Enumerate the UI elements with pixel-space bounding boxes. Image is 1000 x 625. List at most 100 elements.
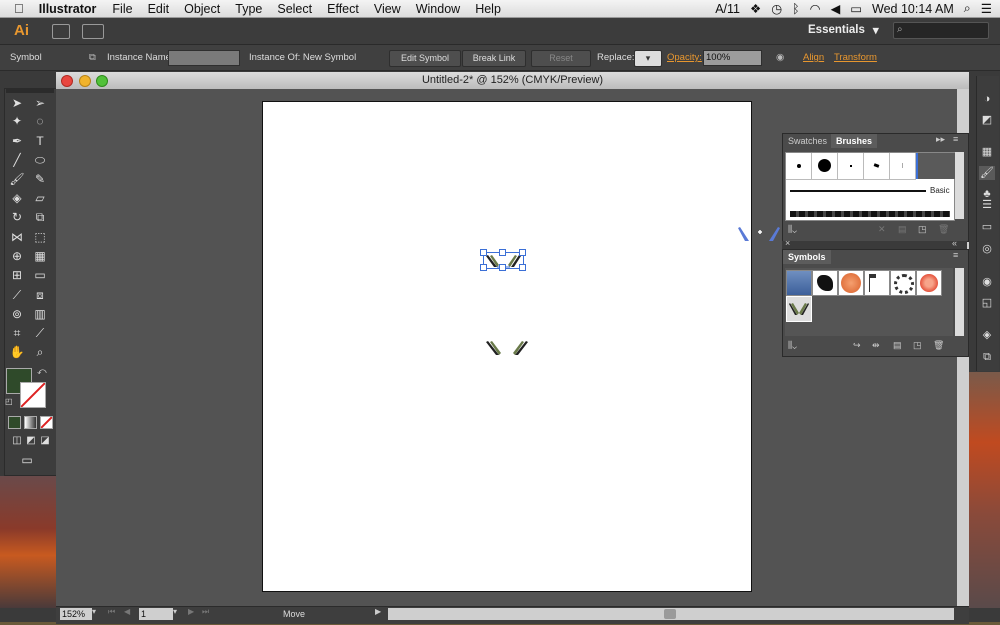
symbol-options-icon[interactable]: ▤ — [893, 340, 902, 351]
new-brush-icon[interactable]: ◳ — [918, 224, 927, 235]
symbol-thumb-new-symbol[interactable] — [786, 296, 812, 322]
brush-swatch-selected[interactable] — [916, 153, 956, 179]
tab-brushes[interactable]: Brushes — [831, 134, 878, 148]
symbol-instance[interactable] — [486, 340, 528, 356]
symbol-libraries-icon[interactable]: ⫼⌄ — [788, 340, 797, 351]
menu-view[interactable]: View — [374, 2, 401, 16]
paintbrush-tool-icon[interactable]: 🖌 — [6, 170, 28, 188]
collapse-panel-icon[interactable]: « — [952, 238, 957, 248]
direct-selection-tool-icon[interactable]: ➢ — [29, 94, 51, 112]
instance-name-field[interactable] — [168, 50, 240, 66]
ellipse-tool-icon[interactable]: ⬭ — [29, 151, 51, 169]
selection-handle[interactable] — [519, 264, 526, 271]
brush-swatch[interactable] — [890, 153, 916, 180]
symbols-scrollbar[interactable] — [955, 268, 964, 336]
artboards-panel-icon[interactable]: ⧉ — [979, 350, 995, 364]
menu-help[interactable]: Help — [475, 2, 501, 16]
app-menu[interactable]: Illustrator — [39, 2, 97, 16]
time-machine-icon[interactable]: ◷ — [771, 1, 782, 16]
blend-tool-icon[interactable]: ⧈ — [29, 286, 51, 304]
place-symbol-instance-icon[interactable]: ↪ — [853, 340, 861, 351]
swatches-panel-icon[interactable]: ▦ — [979, 145, 995, 159]
brushes-panel-icon[interactable]: 🖌 — [979, 166, 995, 180]
swap-fill-stroke-icon[interactable]: ⤺ — [37, 366, 47, 377]
stroke-panel-icon[interactable]: ☰ — [979, 198, 995, 212]
dropbox-icon[interactable]: ❖ — [750, 1, 761, 16]
blob-brush-tool-icon[interactable]: ◈ — [6, 189, 28, 207]
menu-file[interactable]: File — [112, 2, 132, 16]
menu-effect[interactable]: Effect — [327, 2, 359, 16]
brushes-scrollbar[interactable] — [955, 152, 964, 219]
zoom-dropdown-icon[interactable]: ▾ — [92, 607, 96, 616]
eraser-tool-icon[interactable]: ▱ — [29, 189, 51, 207]
selection-handle[interactable] — [480, 264, 487, 271]
horizontal-scrollbar[interactable] — [388, 608, 954, 620]
edit-symbol-button[interactable]: Edit Symbol — [389, 50, 461, 67]
graphic-styles-icon[interactable]: ◱ — [979, 296, 995, 310]
artistic-brush-stroke[interactable] — [790, 211, 950, 217]
lasso-tool-icon[interactable]: ◌ — [29, 112, 51, 130]
arrange-documents-icon[interactable] — [82, 24, 104, 39]
clock[interactable]: Wed 10:14 AM — [872, 2, 954, 16]
default-fill-stroke-icon[interactable]: ◰ — [5, 397, 13, 406]
type-tool-icon[interactable]: T — [29, 132, 51, 150]
panel-menu-icon[interactable]: ≡ — [953, 134, 958, 144]
selection-handle[interactable] — [519, 249, 526, 256]
brush-swatch[interactable] — [812, 153, 838, 180]
mesh-tool-icon[interactable]: ⊞ — [6, 266, 28, 284]
apple-icon[interactable]:  — [14, 1, 24, 16]
zoom-tool-icon[interactable]: ⌕ — [29, 343, 51, 361]
rotate-tool-icon[interactable]: ↻ — [6, 208, 28, 226]
remove-brush-stroke-icon[interactable]: ✕ — [878, 224, 886, 235]
brush-options-icon[interactable]: ▤ — [898, 224, 907, 235]
delete-brush-icon[interactable]: 🗑 — [938, 224, 949, 235]
transparency-panel-icon[interactable]: ◎ — [979, 242, 995, 256]
artboard-dropdown-icon[interactable]: ▾ — [173, 607, 177, 616]
gradient-tool-icon[interactable]: ▭ — [29, 266, 51, 284]
minimize-window-button[interactable] — [79, 75, 91, 87]
pencil-tool-icon[interactable]: ✎ — [29, 170, 51, 188]
notifications-icon[interactable]: ☰ — [981, 1, 992, 16]
artboard-tool-icon[interactable]: ⌗ — [6, 324, 28, 342]
symbol-thumb-flag[interactable] — [864, 270, 890, 296]
gradient-panel-icon[interactable]: ▭ — [979, 220, 995, 234]
bridge-icon[interactable] — [52, 24, 70, 39]
zoom-window-button[interactable] — [96, 75, 108, 87]
shape-builder-tool-icon[interactable]: ⊕ — [6, 247, 28, 265]
perspective-grid-tool-icon[interactable]: ▦ — [29, 247, 51, 265]
selection-tool-icon[interactable]: ➤ — [6, 94, 28, 112]
workspace-switcher[interactable]: Essentials ▾ — [808, 20, 886, 40]
prev-artboard-icon[interactable]: ◀ — [124, 607, 130, 616]
selection-handle[interactable] — [499, 264, 506, 271]
appearance-panel-icon[interactable]: ◉ — [979, 275, 995, 289]
hand-tool-icon[interactable]: ✋ — [6, 343, 28, 361]
selection-handle[interactable] — [480, 249, 487, 256]
screen-mode-icon[interactable]: ▭ — [16, 451, 38, 469]
symbol-thumb-wreath[interactable] — [890, 270, 916, 296]
first-artboard-icon[interactable]: ⏮ — [108, 607, 115, 617]
opacity-link[interactable]: Opacity: — [667, 52, 702, 63]
layers-panel-icon[interactable]: ◈ — [979, 328, 995, 342]
help-search-input[interactable]: ⌕ — [893, 22, 989, 39]
basic-brush-stroke[interactable] — [790, 190, 926, 192]
zoom-field[interactable]: 152% — [60, 608, 92, 620]
adobe-status[interactable]: A/11 — [715, 2, 740, 16]
eyedropper-tool-icon[interactable]: ⟋ — [6, 286, 28, 304]
reset-button[interactable]: Reset — [531, 50, 591, 67]
next-artboard-icon[interactable]: ▶ — [188, 607, 194, 616]
last-artboard-icon[interactable]: ⏭ — [202, 607, 209, 617]
symbol-thumb-blue-bar[interactable] — [786, 270, 812, 296]
volume-icon[interactable]: ◀ — [831, 1, 841, 16]
tools-panel-grip[interactable] — [6, 89, 54, 93]
stroke-color-swatch[interactable] — [20, 382, 46, 408]
horizontal-scroll-thumb[interactable] — [664, 609, 676, 619]
panel-collapse-icon[interactable]: ▸▸ — [936, 134, 945, 145]
magic-wand-tool-icon[interactable]: ✦ — [6, 112, 28, 130]
color-guide-icon[interactable]: ◩ — [979, 113, 995, 127]
menu-type[interactable]: Type — [235, 2, 262, 16]
artboard-number-field[interactable]: 1 — [139, 608, 173, 620]
brush-library-list[interactable]: Basic — [785, 152, 956, 221]
symbol-thumb-orange-ball[interactable] — [838, 270, 864, 296]
symbol-thumb-splatter[interactable] — [812, 270, 838, 296]
color-mode-icon[interactable] — [8, 416, 21, 429]
